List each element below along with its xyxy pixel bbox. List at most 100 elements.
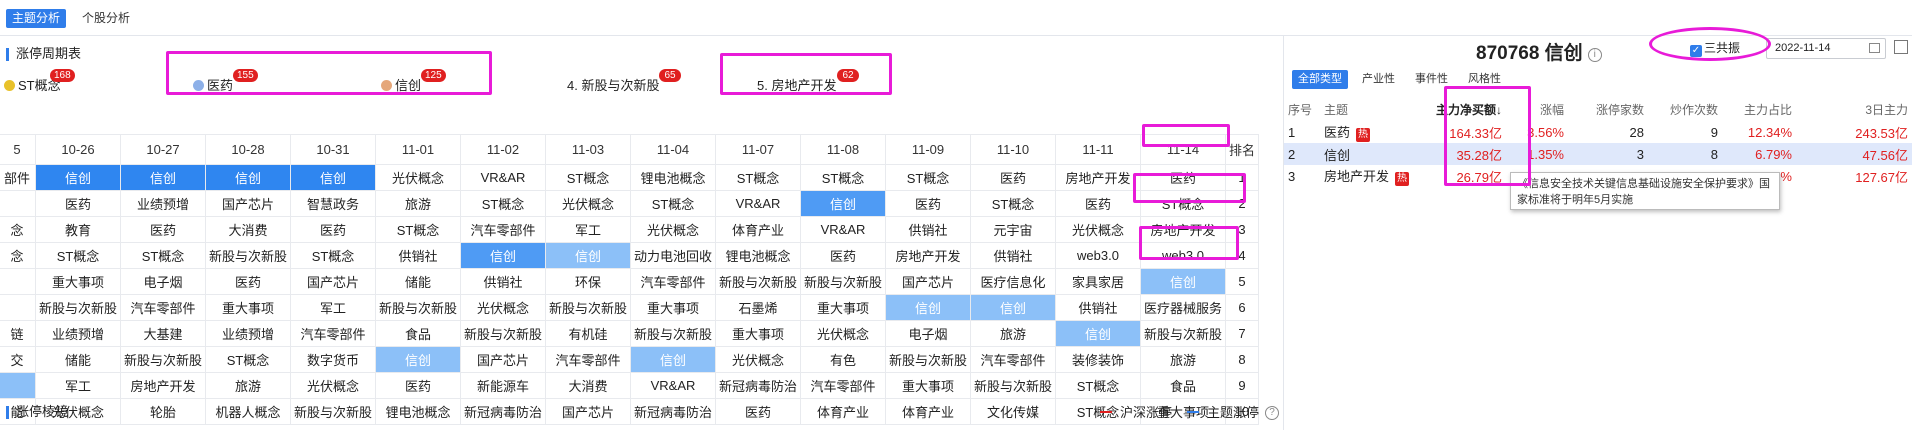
theme-cell[interactable]: 汽车零部件 (290, 320, 376, 347)
theme-cell[interactable]: 信创 (375, 346, 461, 373)
theme-cell[interactable]: 食品 (375, 320, 461, 347)
theme-cell[interactable]: 国产芯片 (545, 398, 631, 425)
theme-cell[interactable]: 数字货币 (290, 346, 376, 373)
theme-cell[interactable]: 新股与次新股 (630, 320, 716, 347)
date-header-cell[interactable]: 10-28 (205, 134, 291, 165)
theme-cell[interactable]: 房地产开发 (1140, 216, 1226, 243)
theme-cell[interactable]: 信创 (545, 242, 631, 269)
theme-cell[interactable]: ST概念 (715, 164, 801, 191)
date-header-cell[interactable]: 11-09 (885, 134, 971, 165)
theme-cell[interactable]: 新股与次新股 (205, 242, 291, 269)
theme-cell[interactable]: 供销社 (1055, 294, 1141, 321)
theme-cell[interactable]: 汽车零部件 (460, 216, 546, 243)
col-ratio[interactable]: 主力占比 (1722, 97, 1796, 121)
theme-cell[interactable] (0, 190, 36, 217)
theme-cell[interactable]: 重大事项 (885, 372, 971, 399)
theme-cell[interactable]: 轮胎 (120, 398, 206, 425)
theme-cell[interactable]: 信创 (800, 190, 886, 217)
theme-cell[interactable]: 光伏概念 (715, 346, 801, 373)
col-limit-count[interactable]: 涨停家数 (1568, 97, 1648, 121)
theme-cell[interactable]: 体育产业 (885, 398, 971, 425)
theme-cell[interactable]: 重大事项 (205, 294, 291, 321)
theme-cell[interactable] (0, 294, 36, 321)
theme-cell[interactable]: 信创 (205, 164, 291, 191)
theme-cell[interactable]: ST概念 (290, 242, 376, 269)
table-row-selected[interactable]: 2 信创 35.28亿 1.35% 3 8 6.79% 47.56亿 (1284, 143, 1912, 165)
external-link-icon[interactable] (1894, 40, 1908, 54)
theme-cell[interactable]: 新股与次新股 (800, 268, 886, 295)
theme-cell[interactable]: 医药 (715, 398, 801, 425)
theme-cell[interactable]: 信创 (120, 164, 206, 191)
theme-cell[interactable]: 光伏概念 (1055, 216, 1141, 243)
theme-cell[interactable]: 新股与次新股 (460, 320, 546, 347)
theme-cell[interactable]: ST概念 (1140, 190, 1226, 217)
theme-cell[interactable]: ST概念 (885, 164, 971, 191)
theme-cell[interactable]: 医药 (205, 268, 291, 295)
date-header-cell[interactable]: 11-14 (1140, 134, 1226, 165)
theme-cell[interactable]: 念 (0, 242, 36, 269)
theme-cell[interactable]: ST概念 (1055, 372, 1141, 399)
theme-item-st[interactable]: ST概念 168 (4, 69, 75, 96)
theme-cell[interactable]: 新股与次新股 (1140, 320, 1226, 347)
theme-cell[interactable]: 国产芯片 (290, 268, 376, 295)
theme-cell[interactable]: 汽车零部件 (800, 372, 886, 399)
theme-cell[interactable]: 教育 (35, 216, 121, 243)
theme-cell[interactable]: 光伏概念 (290, 372, 376, 399)
theme-cell[interactable]: 供销社 (460, 268, 546, 295)
theme-cell[interactable]: 信创 (1140, 268, 1226, 295)
theme-cell[interactable]: 体育产业 (715, 216, 801, 243)
theme-cell[interactable]: 医药 (1055, 190, 1141, 217)
theme-cell[interactable]: ST概念 (205, 346, 291, 373)
theme-cell[interactable]: 医疗器械服务 (1140, 294, 1226, 321)
theme-cell[interactable]: 信创 (1055, 320, 1141, 347)
theme-cell[interactable]: VR&AR (460, 164, 546, 191)
theme-cell[interactable]: 新股与次新股 (290, 398, 376, 425)
theme-cell[interactable]: 重大事项 (35, 268, 121, 295)
theme-cell[interactable]: 医药 (290, 216, 376, 243)
theme-cell[interactable]: 家具家居 (1055, 268, 1141, 295)
theme-cell[interactable]: 新股与次新股 (120, 346, 206, 373)
theme-cell[interactable]: 新股与次新股 (545, 294, 631, 321)
theme-cell[interactable]: 国产芯片 (885, 268, 971, 295)
theme-cell[interactable]: 国产芯片 (205, 190, 291, 217)
theme-cell[interactable]: 医药 (800, 242, 886, 269)
date-header-cell[interactable]: 11-04 (630, 134, 716, 165)
theme-cell[interactable]: 大消费 (545, 372, 631, 399)
table-row[interactable]: 1 医药热 164.33亿 3.56% 28 9 12.34% 243.53亿 (1284, 121, 1912, 143)
tab-industry[interactable]: 产业性 (1356, 70, 1401, 89)
theme-cell[interactable]: ST概念 (545, 164, 631, 191)
theme-cell[interactable]: 锂电池概念 (375, 398, 461, 425)
tab-theme-analysis[interactable]: 主题分析 (6, 9, 67, 28)
theme-cell[interactable]: ST概念 (800, 164, 886, 191)
theme-cell[interactable] (0, 372, 36, 399)
tab-event[interactable]: 事件性 (1409, 70, 1454, 89)
theme-cell[interactable]: ST概念 (460, 190, 546, 217)
theme-cell[interactable]: 光伏概念 (800, 320, 886, 347)
theme-cell[interactable]: 信创 (460, 242, 546, 269)
date-header-cell[interactable]: 10-27 (120, 134, 206, 165)
theme-cell[interactable]: 重大事项 (630, 294, 716, 321)
theme-cell[interactable]: 医药 (885, 190, 971, 217)
theme-cell[interactable]: 重大事项 (715, 320, 801, 347)
theme-cell[interactable]: 医药 (375, 372, 461, 399)
col-net-buy[interactable]: 主力净买额↓ (1416, 97, 1506, 121)
theme-cell[interactable]: 光伏概念 (375, 164, 461, 191)
theme-cell[interactable]: 军工 (35, 372, 121, 399)
theme-cell[interactable]: 新股与次新股 (970, 372, 1056, 399)
theme-cell[interactable]: 业绩预增 (35, 320, 121, 347)
theme-cell[interactable]: 业绩预增 (205, 320, 291, 347)
theme-cell[interactable]: ST概念 (375, 216, 461, 243)
info-icon[interactable]: i (1587, 48, 1602, 62)
date-header-cell[interactable]: 11-01 (375, 134, 461, 165)
theme-cell[interactable]: 部件 (0, 164, 36, 191)
theme-cell[interactable]: 新能源车 (460, 372, 546, 399)
theme-cell[interactable]: 旅游 (1140, 346, 1226, 373)
theme-cell[interactable]: 光伏概念 (630, 216, 716, 243)
theme-cell[interactable]: 旅游 (970, 320, 1056, 347)
theme-cell[interactable]: 环保 (545, 268, 631, 295)
theme-cell[interactable]: 医药 (970, 164, 1056, 191)
theme-cell[interactable]: 锂电池概念 (715, 242, 801, 269)
col-change[interactable]: 涨幅 (1506, 97, 1568, 121)
theme-cell[interactable]: 新冠病毒防治 (460, 398, 546, 425)
date-header-cell[interactable]: 11-02 (460, 134, 546, 165)
